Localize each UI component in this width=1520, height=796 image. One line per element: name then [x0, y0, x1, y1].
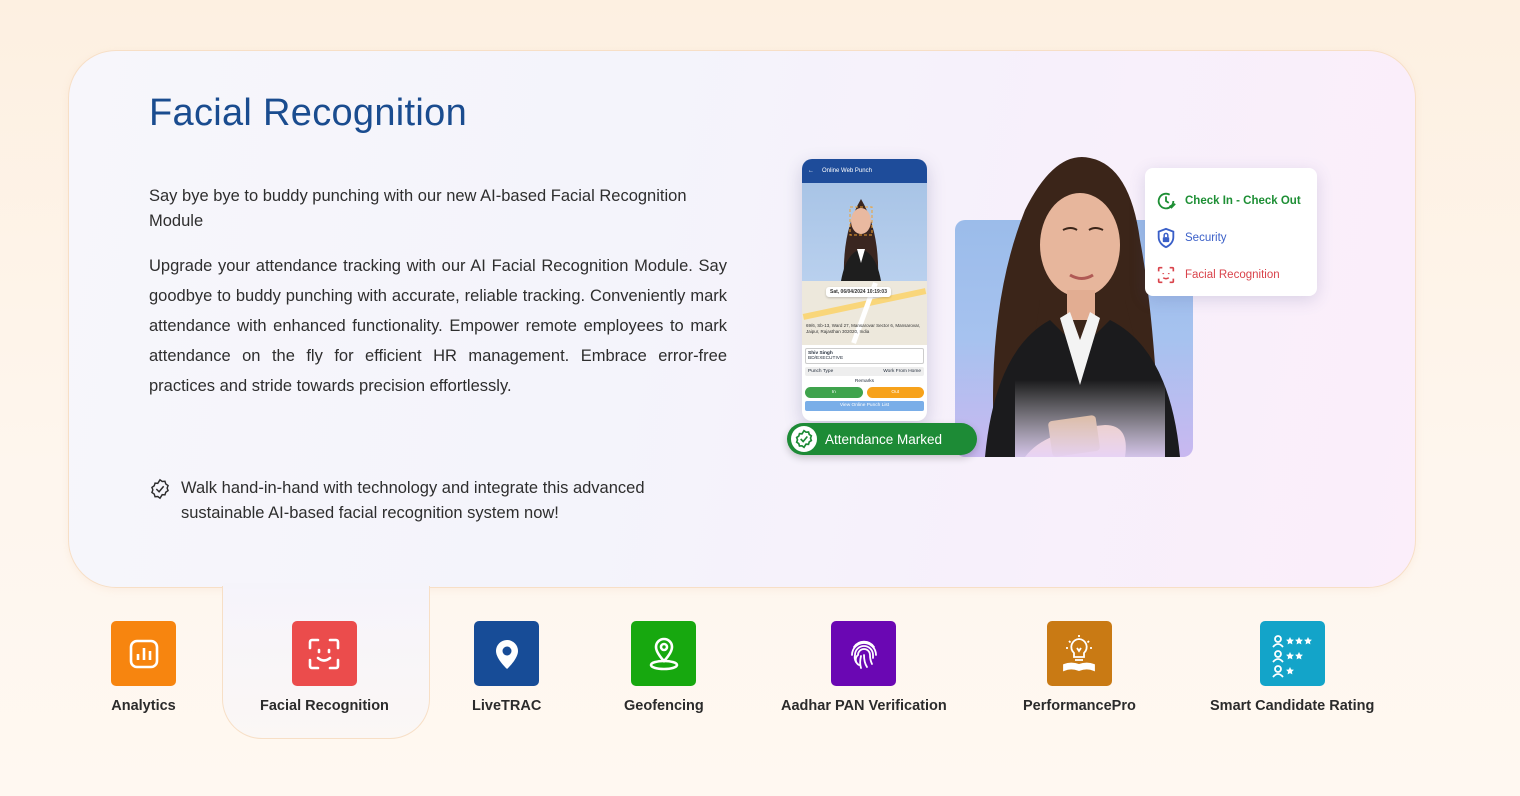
employee-role: BD/EXECUTIVE — [808, 356, 844, 361]
bar-chart-icon — [111, 621, 176, 686]
nav-label-analytics: Analytics — [111, 698, 176, 714]
view-punch-list-link[interactable]: View Online Punch List — [805, 401, 924, 411]
feature-check-in-out: Check In - Check Out — [1155, 182, 1307, 219]
feature-security-label: Security — [1185, 231, 1227, 244]
remarks-label: Remarks — [854, 379, 875, 384]
punch-in-button[interactable]: In — [805, 387, 863, 398]
employee-info: Shiv Singh BD/EXECUTIVE — [805, 348, 924, 364]
nav-label-facial-recognition: Facial Recognition — [260, 698, 389, 714]
nav-item-livetrac[interactable]: LiveTRAC — [472, 621, 541, 714]
nav-item-geofencing[interactable]: Geofencing — [624, 621, 704, 714]
check-badge-icon — [791, 426, 817, 452]
phone-mockup: ← Online Web Punch Sat, 06/04/2024 10:19… — [802, 159, 927, 421]
nav-item-aadhar-pan[interactable]: Aadhar PAN Verification — [781, 621, 947, 714]
feature-facial-label: Facial Recognition — [1185, 268, 1280, 281]
tagline: Walk hand-in-hand with technology and in… — [149, 476, 729, 526]
feature-check-label: Check In - Check Out — [1185, 194, 1301, 207]
nav-label-smart-candidate-rating: Smart Candidate Rating — [1210, 698, 1375, 714]
shield-lock-icon — [1157, 227, 1175, 248]
nav-item-facial-recognition[interactable]: Facial Recognition — [260, 621, 389, 714]
attendance-marked-label: Attendance Marked — [825, 431, 943, 447]
phone-map: Sat, 06/04/2024 10:19:03 69/6, Sb-13, Wa… — [802, 281, 927, 345]
nav-label-livetrac: LiveTRAC — [472, 698, 542, 714]
feature-callout: Check In - Check Out Security Facial Rec… — [1145, 168, 1317, 296]
feature-security: Security — [1155, 219, 1307, 256]
face-scan-icon — [291, 621, 357, 686]
clock-check-icon — [1157, 192, 1176, 209]
tagline-text: Walk hand-in-hand with technology and in… — [181, 479, 645, 522]
nav-item-analytics[interactable]: Analytics — [111, 621, 176, 714]
phone-header-title: Online Web Punch — [822, 168, 872, 174]
candidate-rating-icon — [1259, 621, 1325, 686]
face-scan-icon — [1157, 266, 1175, 283]
employee-photo — [841, 199, 881, 281]
fingerprint-icon — [831, 621, 897, 686]
section-body: Upgrade your attendance tracking with ou… — [149, 257, 727, 395]
phone-header: ← Online Web Punch — [802, 159, 927, 183]
punch-address: 69/6, Sb-13, Ward 27, Mansarovar Sector … — [806, 323, 921, 334]
punch-out-button[interactable]: Out — [866, 387, 924, 398]
section-title: Facial Recognition — [149, 92, 468, 134]
nav-label-aadhar-pan: Aadhar PAN Verification — [781, 698, 947, 714]
nav-item-smart-candidate-rating[interactable]: Smart Candidate Rating — [1210, 621, 1374, 714]
attendance-marked-badge: Attendance Marked — [787, 423, 977, 455]
nav-label-geofencing: Geofencing — [624, 698, 704, 714]
lightbulb-book-icon — [1046, 621, 1112, 686]
phone-form: Shiv Singh BD/EXECUTIVE Punch Type Work … — [802, 345, 927, 414]
punch-type-select[interactable]: Punch Type Work From Home — [805, 367, 924, 376]
nav-label-performancepro: PerformancePro — [1023, 698, 1136, 714]
verified-badge-icon — [151, 478, 169, 500]
nav-item-performancepro[interactable]: PerformancePro — [1023, 621, 1136, 714]
section-intro: Say bye bye to buddy punching with our n… — [149, 187, 687, 230]
phone-camera-preview — [802, 183, 927, 281]
geofence-pin-icon — [631, 621, 697, 686]
punch-type-value: Work From Home — [883, 369, 921, 374]
location-pin-icon — [474, 621, 540, 686]
punch-datetime: Sat, 06/04/2024 10:19:03 — [826, 287, 891, 297]
feature-facial: Facial Recognition — [1155, 256, 1307, 293]
punch-type-label: Punch Type — [808, 369, 834, 374]
back-arrow-icon: ← — [808, 168, 814, 174]
